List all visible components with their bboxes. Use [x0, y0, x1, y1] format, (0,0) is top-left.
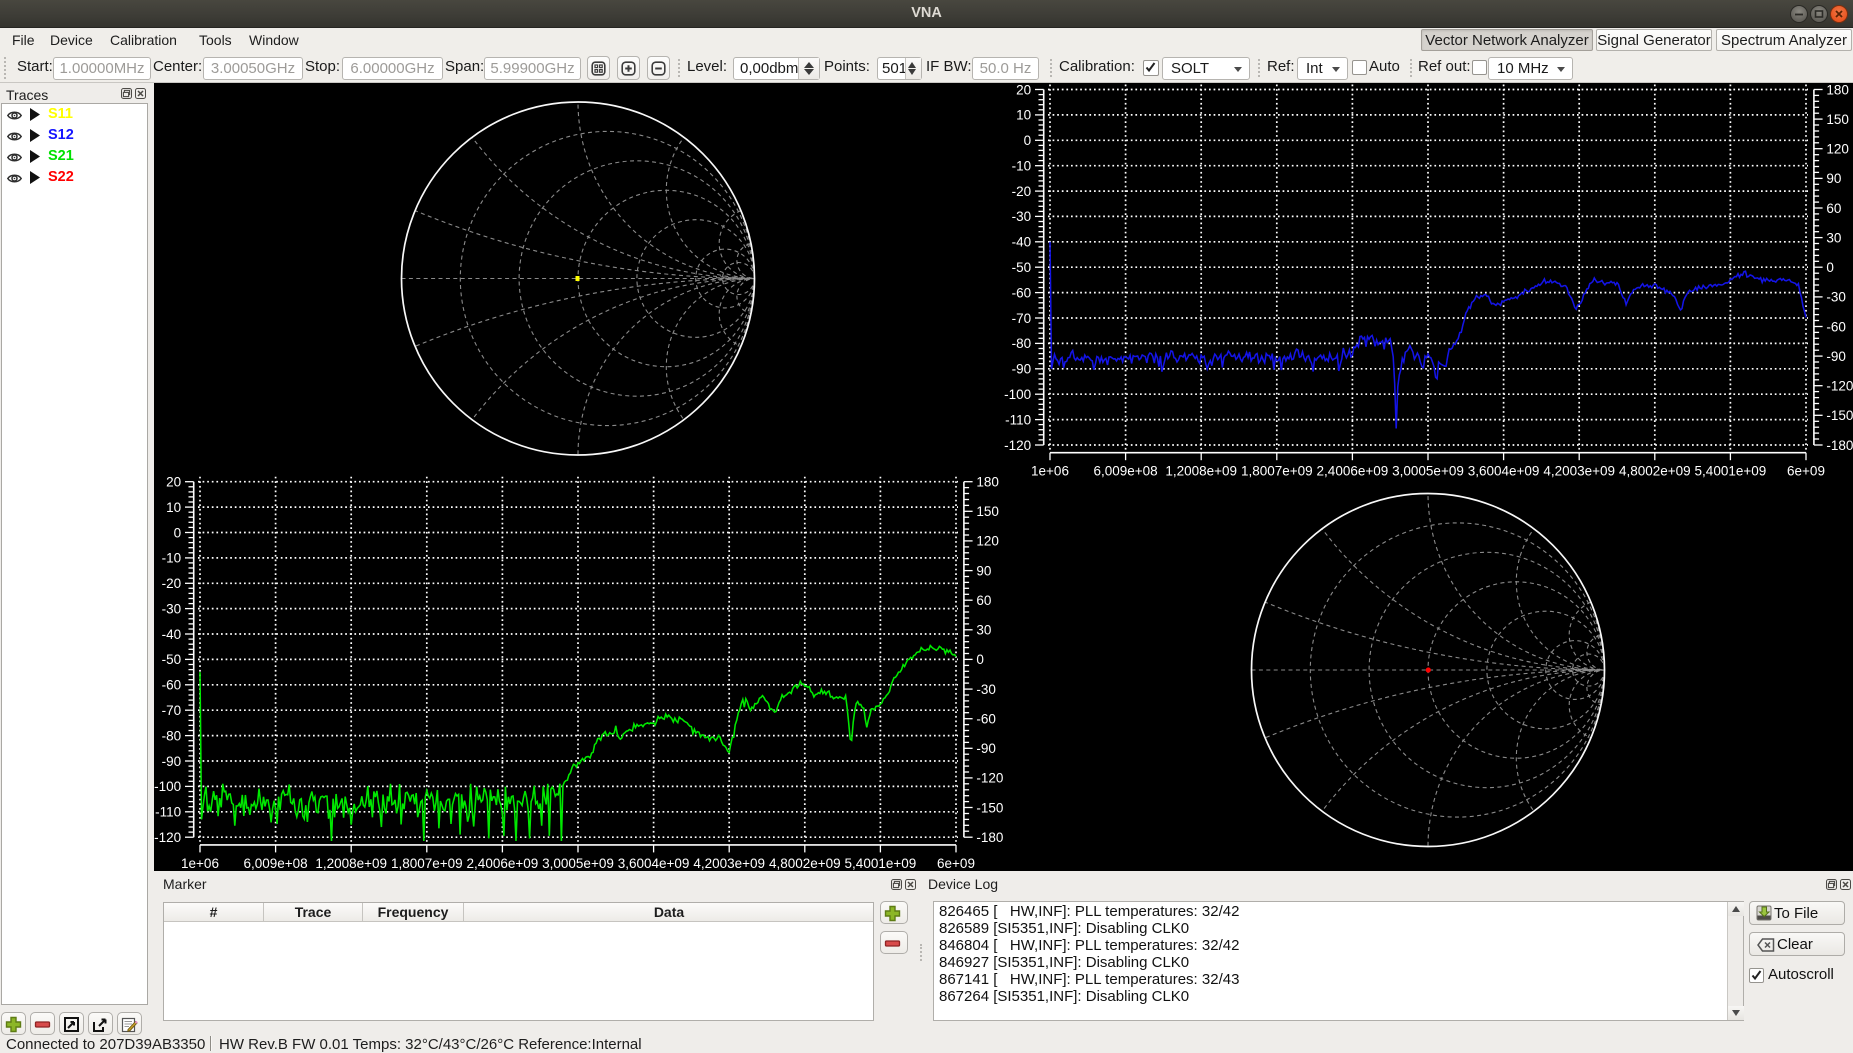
svg-text:2,4006e+09: 2,4006e+09 [467, 856, 539, 871]
svg-text:90: 90 [1826, 171, 1841, 186]
svg-text:3,0005e+09: 3,0005e+09 [542, 856, 614, 871]
svg-text:5,4001e+09: 5,4001e+09 [1695, 464, 1767, 479]
svg-text:1,8007e+09: 1,8007e+09 [391, 856, 463, 871]
svg-text:-80: -80 [162, 728, 182, 743]
svg-text:10: 10 [166, 500, 181, 515]
svg-text:-30: -30 [1826, 290, 1846, 305]
svg-text:-10: -10 [162, 551, 182, 566]
svg-text:30: 30 [976, 623, 991, 638]
svg-text:-60: -60 [1826, 319, 1846, 334]
svg-text:-180: -180 [976, 830, 1003, 845]
svg-text:6,009e+08: 6,009e+08 [1093, 464, 1157, 479]
svg-text:6e+09: 6e+09 [937, 856, 975, 871]
svg-text:0: 0 [174, 525, 182, 540]
svg-text:10: 10 [1016, 108, 1031, 123]
svg-text:-180: -180 [1826, 438, 1853, 453]
svg-text:4,8002e+09: 4,8002e+09 [769, 856, 841, 871]
svg-text:150: 150 [976, 504, 999, 519]
svg-text:-60: -60 [1012, 285, 1032, 300]
svg-text:-50: -50 [1012, 260, 1032, 275]
svg-text:6,009e+08: 6,009e+08 [243, 856, 307, 871]
svg-text:-110: -110 [155, 805, 181, 820]
svg-text:20: 20 [1016, 83, 1031, 97]
svg-text:-120: -120 [976, 771, 1003, 786]
svg-text:-70: -70 [1012, 311, 1032, 326]
svg-text:-100: -100 [1004, 387, 1031, 402]
svg-text:-150: -150 [1826, 408, 1853, 423]
svg-text:-90: -90 [1012, 362, 1032, 377]
svg-text:-90: -90 [1826, 349, 1846, 364]
svg-text:20: 20 [166, 475, 181, 490]
svg-text:-120: -120 [1826, 379, 1853, 394]
svg-text:-40: -40 [162, 627, 182, 642]
svg-text:-70: -70 [162, 703, 182, 718]
svg-text:120: 120 [976, 534, 999, 549]
svg-text:-50: -50 [162, 652, 182, 667]
svg-text:1,2008e+09: 1,2008e+09 [1165, 464, 1237, 479]
svg-text:1,2008e+09: 1,2008e+09 [315, 856, 387, 871]
svg-text:4,2003e+09: 4,2003e+09 [693, 856, 765, 871]
svg-text:60: 60 [1826, 201, 1841, 216]
svg-text:1e+06: 1e+06 [181, 856, 219, 871]
svg-text:1e+06: 1e+06 [1031, 464, 1069, 479]
svg-text:-20: -20 [1012, 184, 1032, 199]
svg-text:-110: -110 [1005, 412, 1031, 427]
svg-text:-60: -60 [162, 678, 182, 693]
svg-text:1,8007e+09: 1,8007e+09 [1241, 464, 1313, 479]
svg-text:-120: -120 [154, 830, 181, 845]
svg-text:-120: -120 [1004, 438, 1031, 453]
svg-text:0: 0 [976, 652, 984, 667]
svg-text:3,6004e+09: 3,6004e+09 [1468, 464, 1540, 479]
svg-text:-30: -30 [1012, 209, 1032, 224]
svg-text:120: 120 [1826, 142, 1849, 157]
svg-text:4,2003e+09: 4,2003e+09 [1543, 464, 1615, 479]
svg-text:3,6004e+09: 3,6004e+09 [618, 856, 690, 871]
svg-text:30: 30 [1826, 230, 1841, 245]
svg-text:-10: -10 [1012, 159, 1032, 174]
svg-text:3,0005e+09: 3,0005e+09 [1392, 464, 1464, 479]
svg-text:6e+09: 6e+09 [1787, 464, 1825, 479]
svg-text:-90: -90 [162, 754, 182, 769]
svg-text:180: 180 [976, 475, 999, 490]
svg-text:-60: -60 [976, 712, 996, 727]
svg-text:0: 0 [1024, 133, 1032, 148]
svg-text:-90: -90 [976, 741, 996, 756]
svg-text:2,4006e+09: 2,4006e+09 [1317, 464, 1389, 479]
svg-text:4,8002e+09: 4,8002e+09 [1619, 464, 1691, 479]
svg-text:0: 0 [1826, 260, 1834, 275]
svg-text:-30: -30 [976, 682, 996, 697]
svg-text:60: 60 [976, 593, 991, 608]
svg-text:150: 150 [1826, 112, 1849, 127]
svg-text:-80: -80 [1012, 336, 1032, 351]
svg-text:5,4001e+09: 5,4001e+09 [845, 856, 917, 871]
svg-text:180: 180 [1826, 83, 1849, 97]
svg-text:-40: -40 [1012, 235, 1032, 250]
svg-text:-100: -100 [154, 779, 181, 794]
svg-text:-150: -150 [976, 800, 1003, 815]
svg-text:-30: -30 [162, 601, 182, 616]
svg-text:90: 90 [976, 563, 991, 578]
svg-text:-20: -20 [162, 576, 182, 591]
